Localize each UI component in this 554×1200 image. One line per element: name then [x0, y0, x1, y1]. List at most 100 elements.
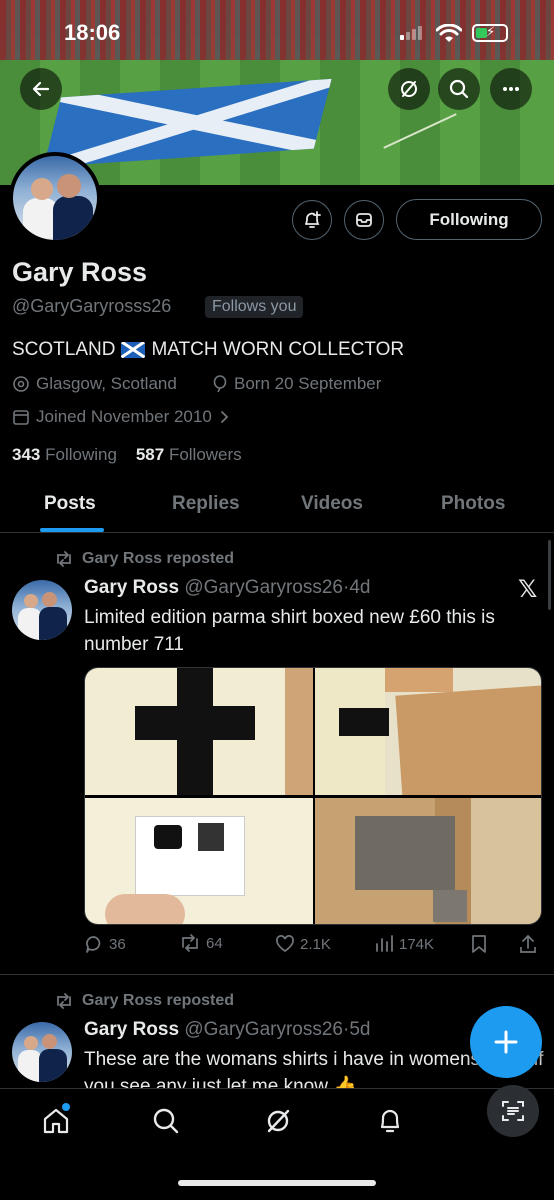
- profile-handle: @GaryGaryrosss26: [12, 296, 172, 316]
- reply-icon: [86, 936, 101, 953]
- tab-photos[interactable]: Photos: [441, 493, 505, 515]
- followers-label: Followers: [168, 445, 242, 464]
- message-button[interactable]: [344, 200, 384, 240]
- grok-button[interactable]: [292, 200, 332, 240]
- post-time: 5d: [349, 1019, 371, 1040]
- media-image-shirt[interactable]: [85, 668, 313, 795]
- profile-location: Glasgow, Scotland: [12, 374, 177, 394]
- post-avatar[interactable]: [12, 580, 72, 640]
- bio-text-part2: MATCH WORN COLLECTOR: [151, 339, 405, 360]
- bookmark-button[interactable]: [470, 934, 488, 954]
- post-author-handle: @GaryGaryross26: [184, 577, 343, 598]
- post-text: Limited edition parma shirt boxed new £6…: [84, 607, 495, 655]
- location-pin-icon: [13, 376, 29, 392]
- post-header: Gary Ross @GaryGaryross26·5d: [84, 1019, 370, 1041]
- heart-icon: [276, 935, 294, 953]
- following-count: 343: [12, 445, 41, 464]
- search-icon: [449, 79, 469, 99]
- location-text: Glasgow, Scotland: [36, 374, 177, 393]
- following-link[interactable]: 343 Following: [12, 445, 117, 464]
- repost-label-text: Gary Ross reposted: [82, 992, 235, 1009]
- status-time: 18:06: [64, 20, 121, 45]
- nav-search[interactable]: [150, 1105, 182, 1137]
- post-author-handle: @GaryGaryross26: [184, 1019, 343, 1040]
- following-label: Following: [45, 445, 117, 464]
- repost-icon: [57, 551, 71, 567]
- post-actions: 36 64 2.1K 174K: [84, 934, 544, 960]
- post-time: 4d: [349, 577, 371, 598]
- share-icon: [520, 934, 536, 953]
- repost-icon: [57, 993, 71, 1009]
- bio-text-part1: SCOTLAND: [12, 339, 116, 360]
- following-button[interactable]: Following: [396, 199, 542, 240]
- joined-text: Joined November 2010: [36, 407, 212, 426]
- battery-icon: ⚡: [472, 24, 508, 42]
- home-indicator: [178, 1180, 376, 1186]
- envelope-icon: [356, 213, 372, 227]
- home-notification-dot: [62, 1103, 70, 1111]
- birthday-text: Born 20 September: [234, 374, 382, 393]
- more-button[interactable]: [490, 68, 532, 110]
- nav-grok[interactable]: [262, 1105, 294, 1137]
- tab-posts[interactable]: Posts: [44, 493, 96, 515]
- scrollbar[interactable]: [548, 540, 551, 610]
- post-author-name[interactable]: Gary Ross: [84, 577, 179, 598]
- back-button[interactable]: [20, 68, 62, 110]
- nav-notifications[interactable]: [374, 1105, 406, 1137]
- active-tab-indicator: [40, 528, 104, 532]
- scan-button[interactable]: [487, 1085, 539, 1137]
- profile-name: Gary Ross: [12, 257, 148, 287]
- post-avatar[interactable]: [12, 1022, 72, 1082]
- tab-replies[interactable]: Replies: [172, 493, 240, 515]
- repost-icon: [182, 934, 198, 952]
- plus-icon: [494, 1030, 518, 1054]
- repost-label: Gary Ross reposted: [54, 550, 234, 568]
- post-author-name[interactable]: Gary Ross: [84, 1019, 179, 1040]
- follow-counts: 343 Following 587 Followers: [12, 445, 242, 465]
- text-scan-icon: [502, 1101, 524, 1121]
- bookmark-icon: [472, 935, 486, 953]
- reply-count: 36: [109, 935, 126, 953]
- search-button[interactable]: [438, 68, 480, 110]
- compose-post-button[interactable]: [470, 1006, 542, 1078]
- like-button[interactable]: 2.1K: [275, 934, 331, 954]
- balloon-icon: [213, 375, 227, 393]
- views-button[interactable]: 174K: [374, 934, 434, 954]
- more-icon: [503, 87, 519, 91]
- topics-button[interactable]: [388, 68, 430, 110]
- post-media-grid[interactable]: [84, 667, 542, 925]
- bell-plus-icon: [305, 211, 321, 228]
- views-count: 174K: [399, 935, 435, 953]
- cell-signal-icon: [400, 26, 422, 40]
- reply-button[interactable]: 36: [84, 934, 126, 954]
- post-divider: [0, 974, 554, 975]
- profile-tabs: Posts Replies Videos Photos: [0, 485, 554, 533]
- media-image-booklet[interactable]: [315, 798, 541, 924]
- post-header: Gary Ross @GaryGaryross26·4d: [84, 577, 370, 599]
- calendar-icon: [13, 410, 29, 425]
- grok-icon: [267, 1109, 290, 1133]
- repost-button[interactable]: 64: [179, 934, 223, 952]
- media-image-box[interactable]: [315, 668, 541, 795]
- search-icon: [153, 1108, 179, 1134]
- chevron-right-icon: [220, 411, 229, 423]
- share-button[interactable]: [518, 934, 538, 954]
- topics-icon: [401, 81, 417, 97]
- followers-count: 587: [135, 445, 165, 464]
- tab-videos[interactable]: Videos: [301, 493, 363, 515]
- bell-icon: [380, 1109, 400, 1133]
- back-arrow-icon: [32, 81, 50, 97]
- wifi-icon: [436, 24, 462, 42]
- followers-link[interactable]: 587 Followers: [136, 445, 242, 464]
- media-image-label[interactable]: [85, 798, 313, 924]
- profile-joined[interactable]: Joined November 2010: [12, 407, 230, 427]
- analytics-icon: [376, 935, 393, 952]
- profile-avatar[interactable]: [9, 152, 101, 244]
- repost-label-text: Gary Ross reposted: [82, 550, 235, 567]
- follows-you-badge: Follows you: [205, 296, 304, 318]
- repost-label: Gary Ross reposted: [54, 992, 234, 1010]
- like-count: 2.1K: [300, 935, 331, 953]
- status-bar: 18:06 ⚡: [0, 18, 554, 48]
- x-logo-icon[interactable]: 𝕏: [518, 575, 537, 604]
- repost-count: 64: [206, 934, 223, 952]
